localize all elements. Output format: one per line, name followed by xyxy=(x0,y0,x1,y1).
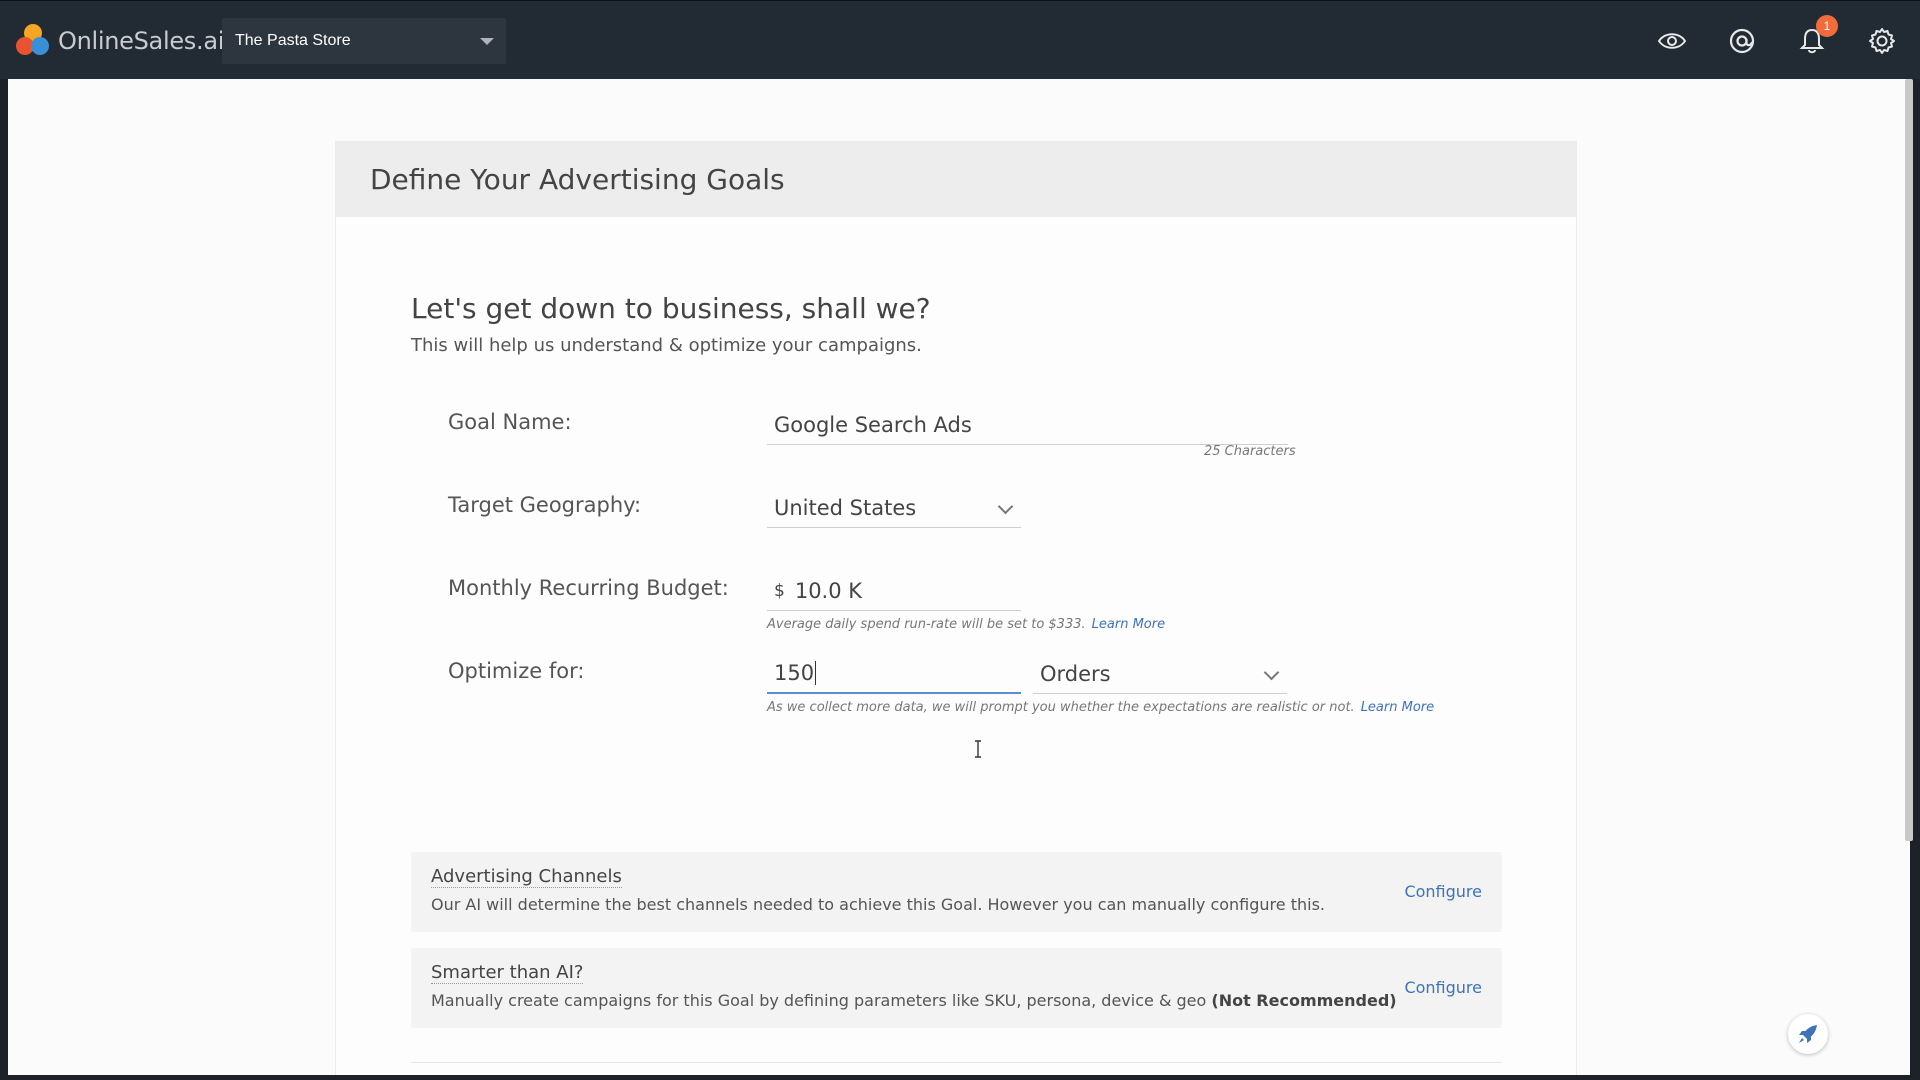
bell-icon[interactable]: 1 xyxy=(1796,15,1838,57)
store-selector[interactable]: The Pasta Store xyxy=(222,18,506,64)
rocket-icon xyxy=(1799,1025,1817,1043)
notification-badge: 1 xyxy=(1816,15,1838,37)
eye-icon[interactable] xyxy=(1656,25,1688,57)
budget-hint-text: Average daily spend run-rate will be set… xyxy=(767,617,1086,632)
currency-symbol: $ xyxy=(774,580,785,601)
rocket-launch-button[interactable] xyxy=(1788,1014,1828,1054)
card-header: Define Your Advertising Goals xyxy=(336,142,1576,217)
intro-subtitle: This will help us understand & optimize … xyxy=(411,335,922,356)
budget-learn-more-link[interactable]: Learn More xyxy=(1092,617,1165,632)
not-recommended-note: (Not Recommended) xyxy=(1211,991,1397,1010)
optimize-metric-value: Orders xyxy=(1040,661,1111,686)
optimize-hint: As we collect more data, we will prompt … xyxy=(767,700,1434,715)
page-title: Define Your Advertising Goals xyxy=(370,163,785,196)
section-divider xyxy=(411,1062,1502,1063)
target-geography-label: Target Geography: xyxy=(448,493,642,517)
logo-mark-icon xyxy=(16,24,50,58)
smarter-than-ai-desc: Manually create campaigns for this Goal … xyxy=(431,991,1397,1010)
optimize-metric-select[interactable]: Orders xyxy=(1033,654,1287,694)
smarter-than-ai-configure-link[interactable]: Configure xyxy=(1404,978,1482,997)
budget-hint: Average daily spend run-rate will be set… xyxy=(767,617,1165,632)
main-content: Define Your Advertising Goals Let's get … xyxy=(8,79,1910,1075)
smarter-than-ai-panel: Smarter than AI? Manually create campaig… xyxy=(411,948,1502,1028)
target-geography-select[interactable]: United States xyxy=(767,488,1021,528)
intro-heading: Let's get down to business, shall we? xyxy=(411,292,931,325)
goal-name-value: Google Search Ads xyxy=(774,412,972,437)
smarter-than-ai-desc-text: Manually create campaigns for this Goal … xyxy=(431,991,1207,1010)
goal-name-char-count: 25 Characters xyxy=(1204,444,1296,459)
optimize-target-input[interactable]: 150 xyxy=(767,654,1021,694)
chevron-down-icon xyxy=(1263,664,1280,681)
store-selector-value: The Pasta Store xyxy=(235,32,351,49)
optimize-learn-more-link[interactable]: Learn More xyxy=(1361,700,1434,715)
smarter-than-ai-title[interactable]: Smarter than AI? xyxy=(431,962,584,984)
app-name: OnlineSales.ai xyxy=(58,27,225,55)
vertical-scrollbar[interactable] xyxy=(1905,79,1913,841)
advertising-channels-configure-link[interactable]: Configure xyxy=(1404,882,1482,901)
optimize-target-value: 150 xyxy=(774,661,815,685)
optimize-for-label: Optimize for: xyxy=(448,659,585,683)
goal-name-label: Goal Name: xyxy=(448,410,572,434)
app-logo[interactable]: OnlineSales.ai xyxy=(16,23,224,59)
chevron-down-icon xyxy=(997,498,1014,515)
target-geography-value: United States xyxy=(774,495,917,520)
goal-definition-card: Define Your Advertising Goals Let's get … xyxy=(335,141,1577,1075)
goal-name-input[interactable]: Google Search Ads xyxy=(767,405,1288,445)
optimize-hint-text: As we collect more data, we will prompt … xyxy=(767,700,1355,715)
monthly-budget-label: Monthly Recurring Budget: xyxy=(448,576,729,600)
advertising-channels-panel: Advertising Channels Our AI will determi… xyxy=(411,852,1502,932)
advertising-channels-title[interactable]: Advertising Channels xyxy=(431,866,622,888)
at-sign-icon[interactable] xyxy=(1726,25,1758,57)
top-navigation-bar: OnlineSales.ai The Pasta Store 1 xyxy=(0,0,1920,79)
text-cursor xyxy=(815,661,817,685)
gear-icon[interactable] xyxy=(1866,25,1898,57)
monthly-budget-value: 10.0 K xyxy=(794,578,863,603)
text-cursor-ibeam-icon xyxy=(975,740,981,758)
advertising-channels-desc: Our AI will determine the best channels … xyxy=(431,895,1325,914)
monthly-budget-input[interactable]: $ 10.0 K xyxy=(767,571,1021,611)
caret-down-icon xyxy=(480,38,494,45)
